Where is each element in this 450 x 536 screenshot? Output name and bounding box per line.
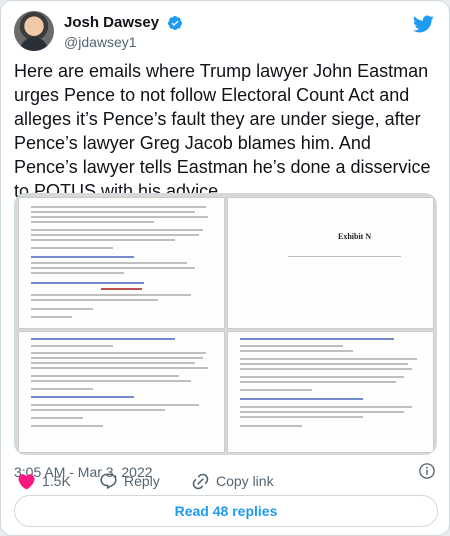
like-count: 1.5K bbox=[42, 473, 71, 489]
avatar[interactable] bbox=[14, 11, 54, 51]
author-names: Josh Dawsey @jdawsey1 bbox=[64, 13, 183, 51]
tweet-text: Here are emails where Trump lawyer John … bbox=[14, 61, 431, 201]
reply-bubble-icon bbox=[100, 473, 117, 489]
tweet-media[interactable]: Exhibit N bbox=[14, 193, 437, 455]
reply-label: Reply bbox=[124, 473, 160, 489]
verified-badge-icon bbox=[167, 15, 182, 30]
info-icon[interactable] bbox=[418, 462, 436, 480]
link-icon bbox=[192, 473, 209, 489]
tweet-header: Josh Dawsey @jdawsey1 bbox=[14, 11, 438, 53]
exhibit-page: Exhibit N bbox=[228, 198, 433, 328]
heart-icon bbox=[18, 473, 35, 489]
reply-action[interactable]: Reply bbox=[99, 471, 160, 491]
twitter-bird-icon[interactable] bbox=[412, 13, 434, 35]
author-display-name[interactable]: Josh Dawsey bbox=[64, 13, 159, 32]
email-page-2 bbox=[19, 332, 224, 452]
email-page-1 bbox=[19, 198, 224, 328]
exhibit-label: Exhibit N bbox=[338, 232, 372, 241]
like-action[interactable]: 1.5K bbox=[17, 471, 71, 491]
email-page-3 bbox=[228, 332, 433, 452]
read-replies-button[interactable]: Read 48 replies bbox=[14, 495, 438, 527]
copy-link-action[interactable]: Copy link bbox=[191, 471, 274, 491]
copy-link-label: Copy link bbox=[216, 473, 274, 489]
tweet-card: Josh Dawsey @jdawsey1 Here are emails wh… bbox=[0, 0, 450, 536]
author-handle[interactable]: @jdawsey1 bbox=[64, 33, 183, 51]
